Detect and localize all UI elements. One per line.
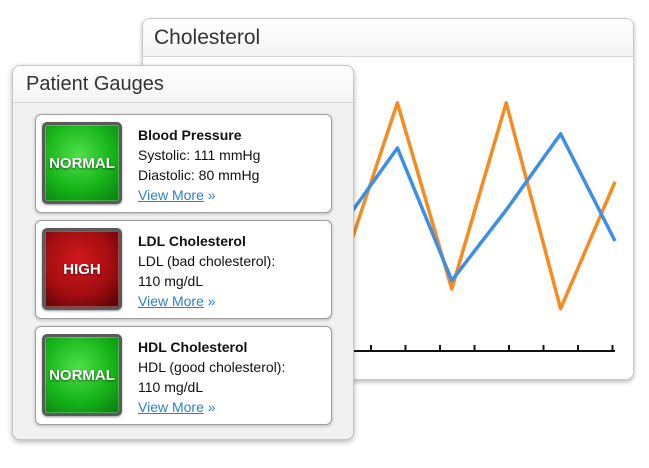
series-line-1 [341,132,617,283]
series-line-0 [341,101,617,311]
patient-gauges-panel: Patient Gauges NORMAL Blood Pressure Sys… [12,65,354,440]
blood-pressure-card: NORMAL Blood Pressure Systolic: 111 mmHg… [35,114,332,213]
card-line-1: Systolic: 111 mmHg [138,147,261,163]
status-badge-label: NORMAL [49,366,115,384]
gauges-panel-title: Patient Gauges [26,73,164,95]
card-details: HDL Cholesterol HDL (good cholesterol): … [138,337,328,417]
gauges-panel-header: Patient Gauges [13,66,353,103]
ldl-status-badge: HIGH [42,228,122,310]
double-chevron-right-icon[interactable]: » [208,293,216,309]
card-title: HDL Cholesterol [138,339,248,355]
status-badge-label: HIGH [63,260,101,278]
card-line-2: 110 mg/dL [138,379,204,395]
hdl-cholesterol-card: NORMAL HDL Cholesterol HDL (good cholest… [35,326,332,425]
card-line-1: LDL (bad cholesterol): [138,253,276,269]
status-badge-label: NORMAL [49,154,115,172]
card-title: Blood Pressure [138,127,242,143]
view-more-link-text[interactable]: View More [138,399,204,415]
hdl-status-badge: NORMAL [42,334,122,416]
card-details: Blood Pressure Systolic: 111 mmHg Diasto… [138,125,328,205]
double-chevron-right-icon[interactable]: » [208,399,216,415]
ldl-cholesterol-card: HIGH LDL Cholesterol LDL (bad cholestero… [35,220,332,319]
view-more-link[interactable]: View More » [138,397,328,417]
view-more-link[interactable]: View More » [138,185,328,205]
double-chevron-right-icon[interactable]: » [208,187,216,203]
card-line-2: Diastolic: 80 mmHg [138,167,260,183]
card-details: LDL Cholesterol LDL (bad cholesterol): 1… [138,231,328,311]
view-more-link-text[interactable]: View More [138,293,204,309]
view-more-link[interactable]: View More » [138,291,328,311]
card-line-2: 110 mg/dL [138,273,204,289]
blood-pressure-status-badge: NORMAL [42,122,122,204]
card-line-1: HDL (good cholesterol): [138,359,286,375]
card-title: LDL Cholesterol [138,233,246,249]
view-more-link-text[interactable]: View More [138,187,204,203]
